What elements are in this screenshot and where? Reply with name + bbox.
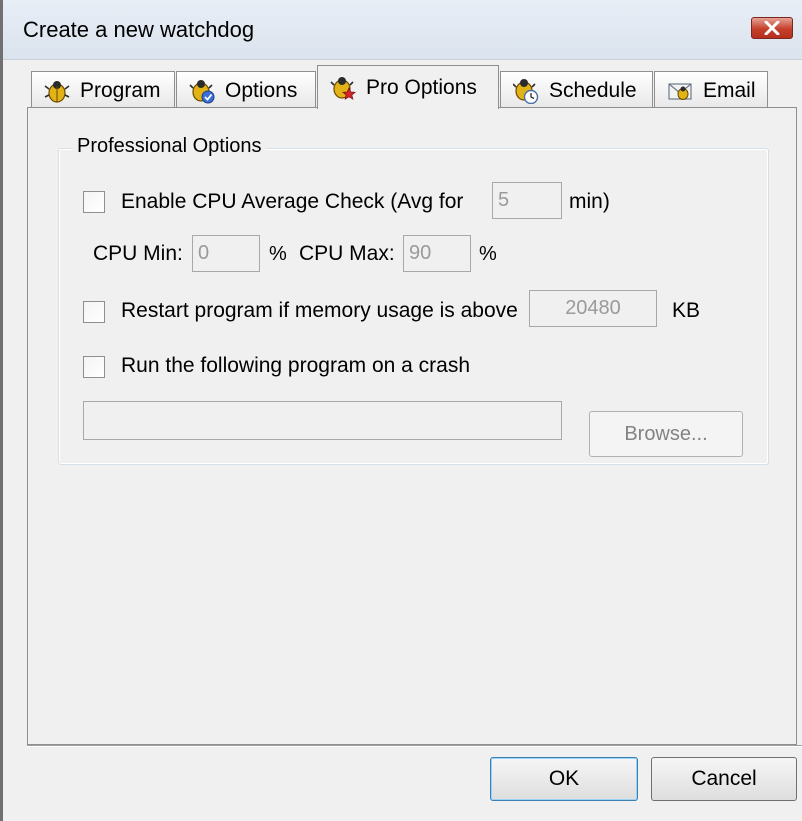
title-bar[interactable]: Create a new watchdog [3,0,802,60]
bug-star-icon [330,76,356,100]
cpu-max-percent: % [479,243,497,265]
minutes-unit-label: min) [569,190,610,213]
memory-restart-label: Restart program if memory usage is above [121,299,518,322]
browse-button[interactable]: Browse... [589,411,743,457]
tab-schedule[interactable]: Schedule [500,71,653,109]
bug-check-icon [189,79,215,103]
bug-clock-icon [513,78,539,104]
run-on-crash-checkbox[interactable] [83,356,105,378]
tab-label: Schedule [549,78,637,102]
tab-pro-options[interactable]: Pro Options [317,65,499,109]
tab-label: Program [80,78,161,102]
tab-options[interactable]: Options [176,71,316,109]
memory-unit-label: KB [672,299,701,322]
footer-divider [27,745,802,747]
tab-label: Pro Options [366,75,477,99]
tab-label: Options [225,78,298,102]
pro-options-panel: Professional Options Enable CPU Average … [27,107,797,745]
professional-options-group: Professional Options Enable CPU Average … [58,135,769,465]
ok-button[interactable]: OK [490,757,638,801]
tab-email[interactable]: Email [654,71,768,109]
run-on-crash-label: Run the following program on a crash [121,354,471,377]
cpu-max-input[interactable]: 90 [403,235,471,272]
cpu-min-label: CPU Min: [93,242,183,265]
cpu-min-input[interactable]: 0 [192,235,260,272]
window-title: Create a new watchdog [23,17,255,42]
cpu-average-label: Enable CPU Average Check (Avg for [121,190,464,213]
email-icon [668,82,692,100]
crash-program-path-input[interactable] [83,401,562,440]
cpu-average-minutes-input[interactable]: 5 [492,182,562,219]
cancel-button[interactable]: Cancel [651,757,797,801]
cpu-average-checkbox[interactable] [83,191,105,213]
memory-limit-input[interactable]: 20480 [529,290,657,327]
tab-program[interactable]: Program [31,71,175,109]
close-icon [764,21,780,35]
cpu-min-percent: % [269,243,287,265]
bug-icon [44,80,70,103]
tab-label: Email [703,78,756,102]
cpu-max-label: CPU Max: [299,242,395,265]
dialog-window: Create a new watchdog Program Options Pr… [0,0,802,821]
group-title: Professional Options [73,135,266,158]
memory-restart-checkbox[interactable] [83,301,105,323]
close-button[interactable] [751,17,793,39]
